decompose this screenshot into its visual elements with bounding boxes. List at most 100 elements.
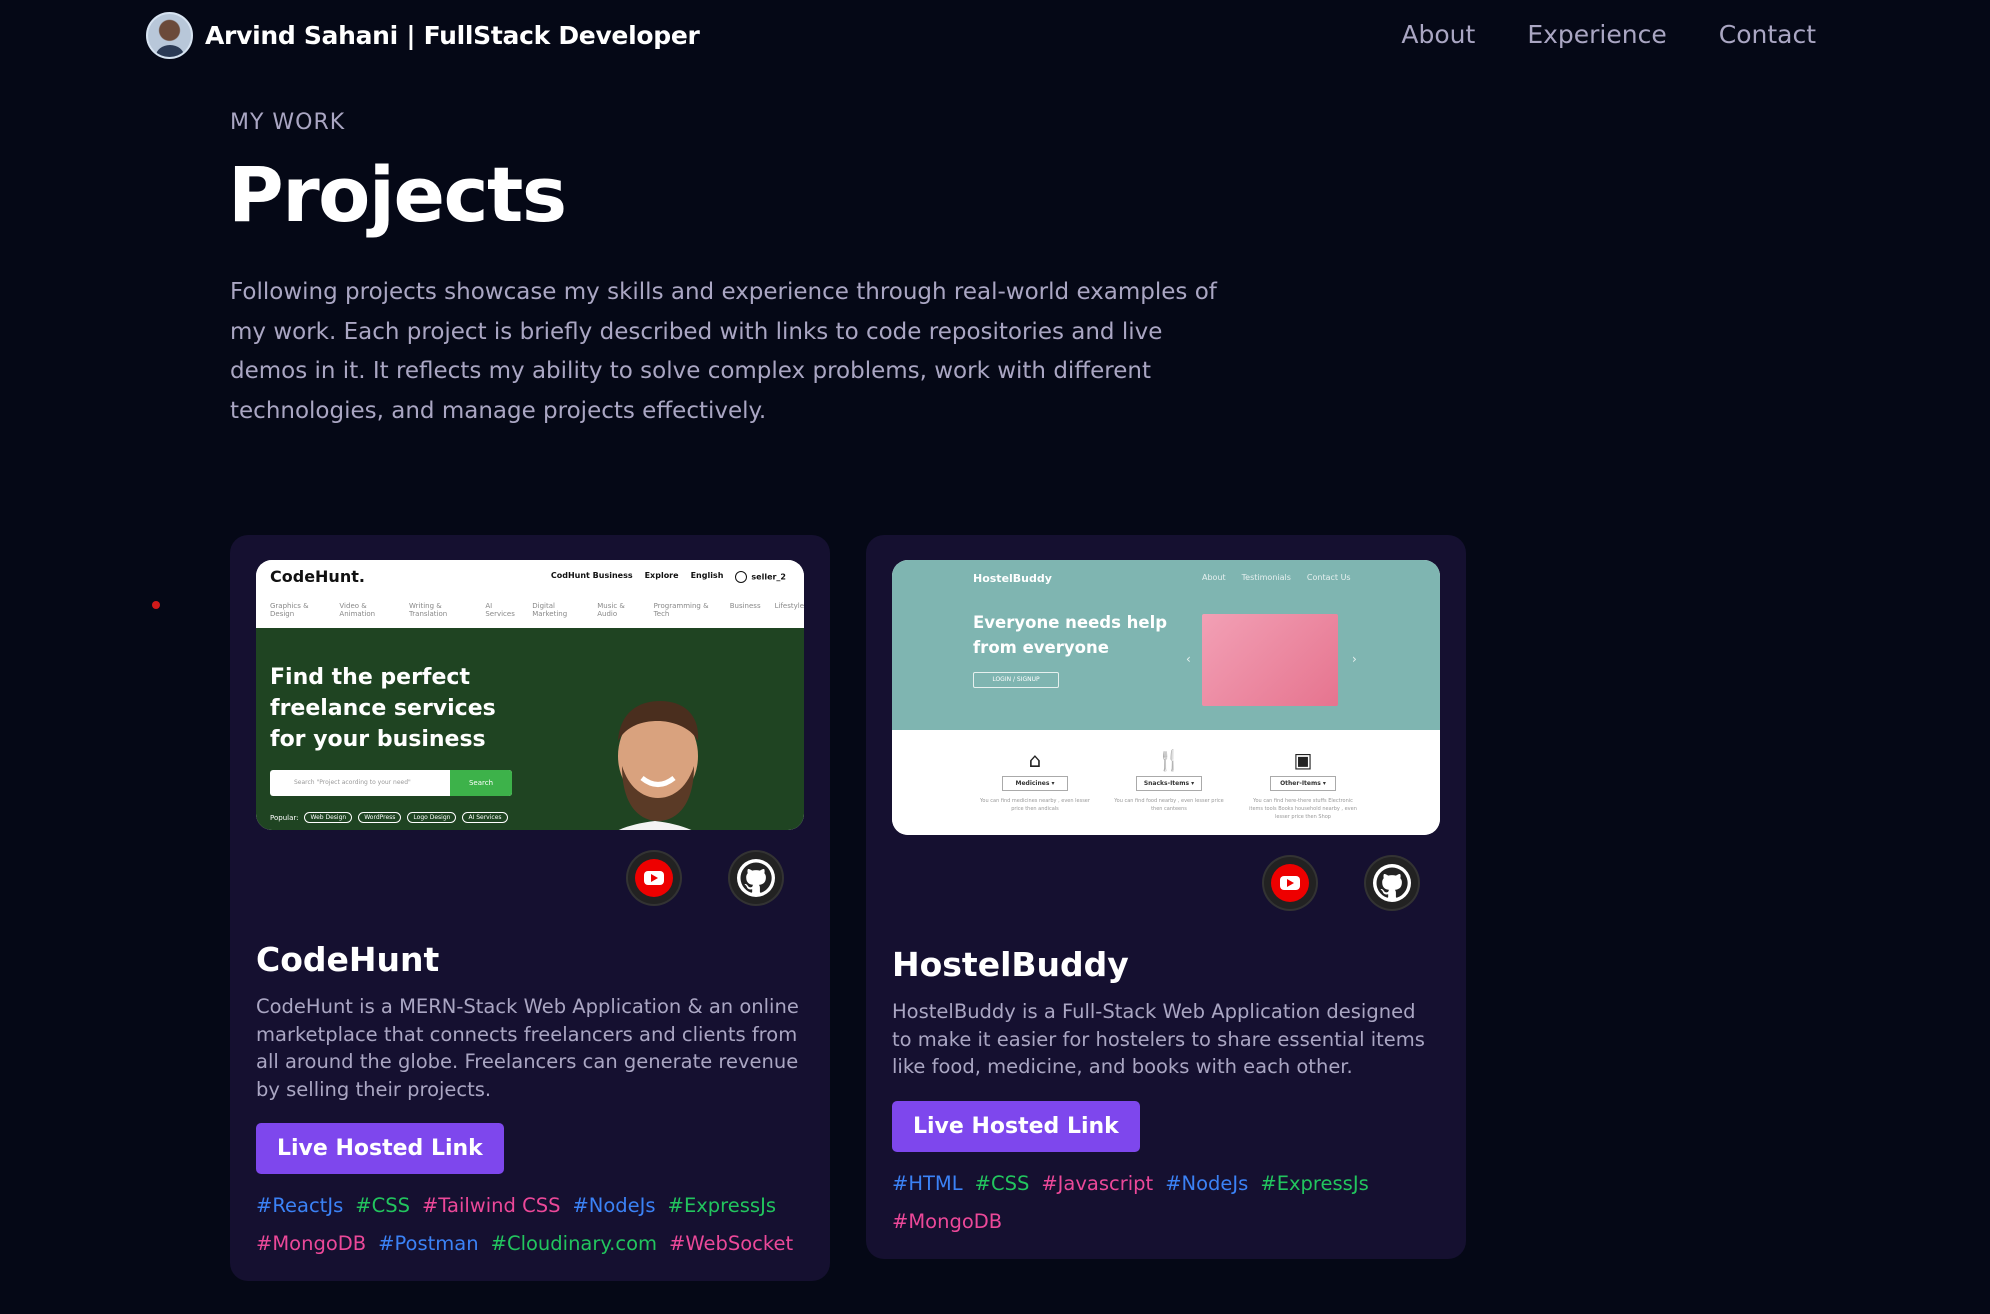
medicine-icon: ⌂ [1028,748,1042,772]
project-description: CodeHunt is a MERN-Stack Web Application… [256,995,799,1101]
tech-tag: #HTML [892,1171,963,1195]
tech-tag: #CSS [974,1171,1030,1195]
github-link-button[interactable] [730,852,782,904]
preview-item-desc: You can find food nearby , even lesser p… [1114,798,1224,812]
chevron-left-icon: ‹ [1186,652,1191,666]
tech-tag: #NodeJs [572,1194,656,1217]
preview-item-label: Medicines ▾ [1002,776,1068,791]
github-icon [737,859,775,897]
preview-nav-user-label: seller_2 [751,572,786,582]
chevron-right-icon: › [1352,652,1357,666]
preview-category: Writing & Translation [409,602,448,618]
project-link-icons [256,852,804,904]
tech-tag: #WebSocket [669,1232,794,1255]
github-link-button[interactable] [1366,857,1418,909]
project-card-codehunt: CodeHunt. CodHunt Business Explore Engli… [230,535,830,1281]
project-preview-image[interactable]: CodeHunt. CodHunt Business Explore Engli… [256,560,804,830]
toolbox-icon: ▣ [1293,748,1313,772]
preview-photo [1202,614,1338,706]
project-tags: #ReactJs #CSS #Tailwind CSS #NodeJs #Express… [256,1192,804,1258]
tech-tag: #ReactJs [256,1194,344,1217]
preview-hero-text: Find the perfect freelance services for … [270,665,496,752]
preview-hero: HostelBuddy About Testimonials Contact U… [892,560,1440,730]
preview-category: Digital Marketing [532,602,568,618]
preview-nav-item: English [690,571,724,580]
intro-text: Following projects showcase my skills an… [230,279,1217,424]
section-subtitle: MY WORK [230,110,346,135]
preview-category: Music & Audio [597,602,625,618]
tech-tag: #Postman [378,1232,479,1255]
preview-item-desc: You can find medicines nearby , even les… [980,798,1090,812]
preview-popular-label: Popular: [270,813,299,822]
preview-item: ▣ Other-Items ▾ You can find here-there … [1248,748,1358,821]
tech-tag: #NodeJs [1165,1171,1249,1195]
preview-category: Lifestyle [774,602,804,610]
preview-category: Programming & Tech [653,602,709,618]
nav-link-about[interactable]: About [1401,20,1475,49]
nav-links: About Experience Contact [1401,20,1816,49]
preview-categories: Graphics & Design Video & Animation Writ… [270,602,804,618]
github-icon [1373,864,1411,902]
preview-item-desc: You can find here-there stuffs Electroni… [1249,798,1357,820]
youtube-icon [1271,864,1309,902]
project-description: HostelBuddy is a Full-Stack Web Applicat… [892,1000,1425,1078]
preview-category: Business [729,602,761,610]
project-title: HostelBuddy [892,945,1129,984]
tech-tag: #CSS [355,1194,410,1217]
user-icon [735,571,748,583]
preview-nav-item: CodHunt Business [550,571,633,580]
preview-item: ⌂ Medicines ▾ You can find medicines nea… [980,748,1090,813]
preview-category: Graphics & Design [270,602,309,618]
utensils-icon: 🍴 [1156,748,1182,772]
page-title: Projects [228,150,567,239]
preview-item-label: Snacks-Items ▾ [1136,776,1202,791]
preview-nav-item: Contact Us [1306,573,1351,582]
preview-nav-item: About [1202,573,1226,582]
live-hosted-link-button[interactable]: Live Hosted Link [892,1100,1140,1152]
tech-tag: #MongoDB [892,1209,1003,1233]
brand-name: Arvind Sahani | FullStack Developer [205,21,700,50]
preview-person-illustration [618,701,699,830]
preview-pill: Web Design [304,812,353,823]
project-preview-image[interactable]: HostelBuddy About Testimonials Contact U… [892,560,1440,835]
preview-nav: CodHunt Business Explore English seller_… [551,571,786,583]
nav-link-experience[interactable]: Experience [1527,20,1666,49]
navbar: Arvind Sahani | FullStack Developer Abou… [0,0,1990,72]
preview-header: CodeHunt. CodHunt Business Explore Engli… [256,560,804,594]
preview-nav-item: Explore [644,571,679,580]
live-hosted-link-button[interactable]: Live Hosted Link [256,1123,504,1174]
youtube-link-button[interactable] [628,852,680,904]
preview-nav-item: Testimonials [1241,573,1291,582]
preview-item-label: Other-Items ▾ [1270,776,1336,791]
preview-logo: HostelBuddy [973,572,1052,585]
tech-tag: #ExpressJs [1260,1171,1369,1195]
preview-login-button: LOGIN / SIGNUP [973,672,1059,688]
youtube-icon [635,859,673,897]
avatar [146,12,193,59]
brand[interactable]: Arvind Sahani | FullStack Developer [146,12,700,59]
tech-tag: #Tailwind CSS [421,1194,561,1217]
tech-tag: #Javascript [1041,1171,1154,1195]
tech-tag: #Cloudinary.com [490,1232,657,1255]
nav-link-contact[interactable]: Contact [1719,20,1816,49]
project-tags: #HTML #CSS #Javascript #NodeJs #ExpressJs #Mo… [892,1170,1440,1236]
preview-category: Video & Animation [339,602,376,618]
preview-hero: Find the perfect freelance services for … [256,628,804,830]
preview-search-button: Search [450,770,512,796]
preview-logo: CodeHunt. [270,567,365,586]
decorative-dot [152,601,160,609]
preview-pill: AI Services [462,812,508,823]
preview-nav-user: seller_2 [735,571,786,583]
preview-item: 🍴 Snacks-Items ▾ You can find food nearb… [1114,748,1224,813]
preview-items: ⌂ Medicines ▾ You can find medicines nea… [892,730,1440,835]
preview-popular: Popular: Web Design WordPress Logo Desig… [270,812,508,823]
tech-tag: #ExpressJs [667,1194,777,1217]
preview-category: AI Services [485,602,515,618]
youtube-link-button[interactable] [1264,857,1316,909]
preview-pill: Logo Design [407,812,457,823]
project-card-hostelbuddy: HostelBuddy About Testimonials Contact U… [866,535,1466,1259]
preview-pill: WordPress [358,812,402,823]
project-title: CodeHunt [256,940,440,979]
tech-tag: #MongoDB [256,1232,367,1255]
preview-nav: About Testimonials Contact Us [1202,573,1351,582]
